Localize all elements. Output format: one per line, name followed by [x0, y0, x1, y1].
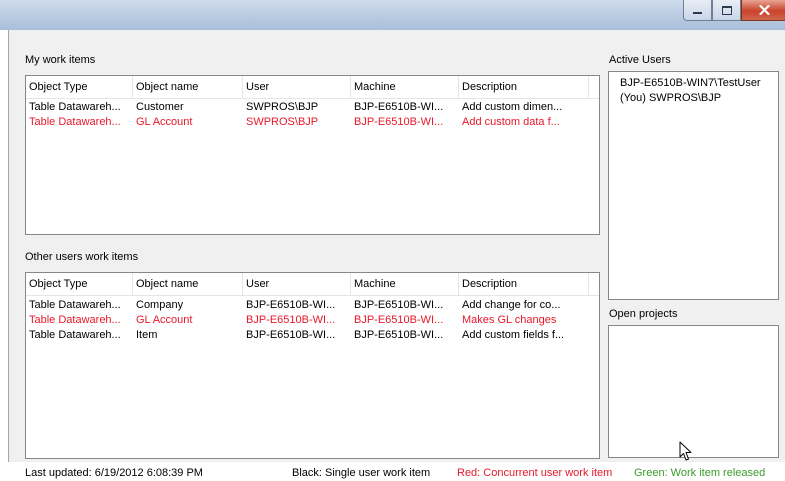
cell-object-name: GL Account: [136, 314, 193, 326]
last-updated-text: Last updated: 6/19/2012 6:08:39 PM: [25, 467, 203, 479]
window-client-area: My work items Object Type Object name Us…: [8, 30, 785, 479]
column-header-description[interactable]: Description: [459, 76, 589, 98]
cell-user: BJP-E6510B-WI...: [246, 329, 336, 341]
table-row[interactable]: Table Datawareh... Item BJP-E6510B-WI...…: [26, 328, 599, 343]
minimize-icon: [693, 12, 702, 14]
column-header-user[interactable]: User: [243, 76, 351, 98]
cell-description: Add custom data f...: [462, 116, 560, 128]
cell-user: BJP-E6510B-WI...: [246, 314, 336, 326]
column-header-object-type[interactable]: Object Type: [26, 76, 133, 98]
legend-green-text: Green: Work item released: [634, 467, 766, 479]
close-icon: [758, 5, 770, 15]
table-row[interactable]: Table Datawareh... GL Account SWPROS\BJP…: [26, 115, 599, 130]
window-titlebar[interactable]: [0, 0, 785, 30]
cell-object-name: Customer: [136, 101, 184, 113]
maximize-icon: [721, 5, 732, 15]
table-row[interactable]: Table Datawareh... Customer SWPROS\BJP B…: [26, 100, 599, 115]
legend-red-text: Red: Concurrent user work item: [457, 467, 613, 479]
cell-machine: BJP-E6510B-WI...: [354, 329, 444, 341]
my-work-items-label: My work items: [25, 54, 96, 66]
cell-object-name: Item: [136, 329, 158, 341]
cell-object-name: GL Account: [136, 116, 193, 128]
cell-description: Add custom dimen...: [462, 101, 563, 113]
maximize-button[interactable]: [712, 0, 741, 21]
cell-object-type: Table Datawareh...: [29, 299, 121, 311]
other-work-items-header: Object Type Object name User Machine Des…: [26, 273, 599, 296]
cell-description: Add custom fields f...: [462, 329, 565, 341]
cell-machine: BJP-E6510B-WI...: [354, 116, 444, 128]
list-item[interactable]: (You) SWPROS\BJP: [620, 91, 721, 106]
active-users-list[interactable]: BJP-E6510B-WIN7\TestUser (You) SWPROS\BJ…: [608, 71, 779, 300]
active-users-label: Active Users: [609, 54, 671, 66]
minimize-button[interactable]: [683, 0, 712, 21]
cell-object-type: Table Datawareh...: [29, 101, 121, 113]
open-projects-label: Open projects: [609, 308, 678, 320]
cell-user: SWPROS\BJP: [246, 101, 319, 113]
cell-object-type: Table Datawareh...: [29, 314, 121, 326]
other-users-work-items-label: Other users work items: [25, 251, 139, 263]
cell-object-type: Table Datawareh...: [29, 329, 121, 341]
mouse-cursor-icon: [679, 441, 692, 461]
my-work-items-list[interactable]: Object Type Object name User Machine Des…: [25, 75, 600, 235]
cell-machine: BJP-E6510B-WI...: [354, 314, 444, 326]
legend-black-text: Black: Single user work item: [292, 467, 431, 479]
column-header-user[interactable]: User: [243, 273, 351, 295]
column-header-object-name[interactable]: Object name: [133, 76, 243, 98]
other-users-work-items-list[interactable]: Object Type Object name User Machine Des…: [25, 272, 600, 459]
cell-description: Makes GL changes: [462, 314, 557, 326]
close-button[interactable]: [741, 0, 785, 21]
cell-object-type: Table Datawareh...: [29, 116, 121, 128]
table-row[interactable]: Table Datawareh... GL Account BJP-E6510B…: [26, 313, 599, 328]
column-header-description[interactable]: Description: [459, 273, 589, 295]
column-header-machine[interactable]: Machine: [351, 273, 459, 295]
column-header-machine[interactable]: Machine: [351, 76, 459, 98]
my-work-items-header: Object Type Object name User Machine Des…: [26, 76, 599, 99]
cell-machine: BJP-E6510B-WI...: [354, 299, 444, 311]
list-item[interactable]: BJP-E6510B-WIN7\TestUser: [620, 76, 761, 91]
cell-user: BJP-E6510B-WI...: [246, 299, 336, 311]
table-row[interactable]: Table Datawareh... Company BJP-E6510B-WI…: [26, 298, 599, 313]
column-header-object-name[interactable]: Object name: [133, 273, 243, 295]
column-header-object-type[interactable]: Object Type: [26, 273, 133, 295]
cell-object-name: Company: [136, 299, 184, 311]
open-projects-list[interactable]: [608, 325, 779, 458]
cell-description: Add change for co...: [462, 299, 561, 311]
window-buttons: [683, 0, 785, 22]
cell-user: SWPROS\BJP: [246, 116, 319, 128]
cell-machine: BJP-E6510B-WI...: [354, 101, 444, 113]
